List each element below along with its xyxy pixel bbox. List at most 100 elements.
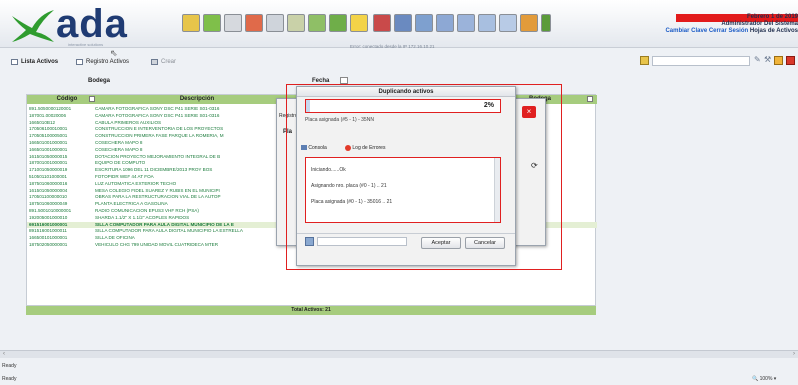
- dialog-close-button[interactable]: ×: [522, 106, 536, 118]
- cell-codigo: 187502050000001: [29, 242, 68, 247]
- status-text: Ready: [2, 363, 17, 369]
- zoom-value: 100%: [759, 376, 773, 382]
- toolbar-lock-icon[interactable]: [350, 14, 368, 32]
- cell-codigo: 166501001000001: [29, 146, 68, 152]
- assigned-plate-text: Placa asignada (#5 - 1) - 35NN: [305, 117, 374, 123]
- cancel-button[interactable]: Cancelar: [465, 237, 505, 249]
- toolbar-print-icon[interactable]: [266, 14, 284, 32]
- toolbar-window-icon[interactable]: [436, 14, 454, 32]
- cell-codigo: 166501001000001: [29, 140, 68, 145]
- cell-codigo: 161501050000015: [29, 153, 68, 159]
- calendar-icon[interactable]: [340, 77, 348, 84]
- accept-button[interactable]: Aceptar: [421, 237, 461, 249]
- toolbar-delete-icon[interactable]: [373, 14, 391, 32]
- column-filter-icon[interactable]: [587, 96, 593, 102]
- progress-percent: 2%: [483, 102, 494, 109]
- horizontal-scrollbar[interactable]: ‹ ›: [0, 350, 798, 358]
- cell-codigo: 187001.00020006: [29, 112, 67, 118]
- cell-codigo: 166500101000001: [29, 235, 68, 241]
- save-log-icon[interactable]: [305, 237, 314, 246]
- minimize-icon[interactable]: [774, 56, 783, 65]
- console-icon: [301, 145, 307, 151]
- bodega-label: Bodega: [88, 78, 111, 84]
- dialog-tabs: Consola Log de Errores: [301, 143, 401, 153]
- total-row: Total Activos: 21: [26, 306, 596, 315]
- toolbar-folder-icon[interactable]: [182, 14, 200, 32]
- toolbar-list-icon[interactable]: [224, 14, 242, 32]
- toolbar-new-icon[interactable]: [203, 14, 221, 32]
- tab-consola[interactable]: Consola: [301, 143, 341, 153]
- logo-mark-icon: [12, 10, 54, 42]
- divider: [297, 233, 515, 234]
- close-icon[interactable]: [786, 56, 795, 65]
- tab-label: Crear: [161, 59, 177, 65]
- zoom-level[interactable]: 🔍 100% ▾: [752, 376, 776, 382]
- error-icon: [345, 144, 351, 151]
- log-line: Iniciando......Ok: [311, 167, 346, 173]
- toolbar-settings-icon[interactable]: [415, 14, 433, 32]
- cell-codigo: 161501050000004: [29, 187, 68, 193]
- cell-codigo: 891.5050000120001: [29, 106, 72, 111]
- sheet-label: Hojas de Activos: [749, 28, 798, 34]
- account-links[interactable]: Cambiar Clave Cerrar Sesión Hojas de Act…: [568, 28, 798, 35]
- status-text: Ready: [2, 376, 17, 382]
- tab-icon: [11, 59, 18, 65]
- tab-crear[interactable]: Crear: [150, 56, 176, 68]
- tab-consola-label: Consola: [308, 145, 327, 151]
- cell-codigo: 187001001000001: [29, 160, 68, 166]
- cell-codigo: 187501060000049: [29, 201, 68, 207]
- cell-codigo: 187501060000016: [29, 180, 68, 186]
- cell-codigo: 1665010B12: [29, 119, 56, 125]
- column-header-codigo[interactable]: Código: [47, 96, 87, 102]
- tools-icon[interactable]: ⚒: [764, 55, 771, 64]
- toolbar-calculator-icon[interactable]: [287, 14, 305, 32]
- logo-tagline: interactive solutions: [68, 42, 104, 47]
- scroll-right-icon[interactable]: ›: [793, 351, 795, 357]
- header-banner: ada interactive solutions Febrero 1 de 2…: [0, 0, 798, 49]
- dialog-title: Duplicando activos: [297, 87, 515, 97]
- search-bar: ✎ ⚒: [640, 55, 798, 68]
- cell-codigo: 170505100005001: [29, 133, 68, 139]
- tab-log-errores[interactable]: Log de Errores: [345, 143, 405, 153]
- cell-codigo: 891.5001010000001: [29, 208, 72, 213]
- scroll-left-icon[interactable]: ‹: [3, 351, 5, 357]
- toolbar-chart-icon[interactable]: [308, 14, 326, 32]
- tab-lista-activos[interactable]: Lista Activos: [10, 56, 58, 68]
- progress-fill: [306, 100, 310, 112]
- toolbar-status-icon[interactable]: [541, 14, 551, 32]
- cell-codigo: 170506100010001: [29, 126, 68, 132]
- toolbar-help-icon[interactable]: [478, 14, 496, 32]
- log-line: Asignando nro. placa (#0 - 1) .. 21: [311, 183, 387, 189]
- search-input[interactable]: [652, 56, 750, 66]
- cell-codigo: 510501101000001: [29, 174, 67, 179]
- date-label: Febrero 1 de 2019: [746, 14, 798, 20]
- toolbar-report-icon[interactable]: [245, 14, 263, 32]
- tab-registro-activos[interactable]: Registro Activos: [75, 56, 129, 68]
- toolbar-warning-icon[interactable]: [520, 14, 538, 32]
- tab-label: Registro Activos: [86, 59, 130, 65]
- console-log[interactable]: Iniciando......Ok Asignando nro. placa (…: [305, 157, 501, 223]
- toolbar-grid-icon[interactable]: [457, 14, 475, 32]
- toolbar-info-icon[interactable]: [499, 14, 517, 32]
- cell-codigo: 170501100000010: [29, 194, 67, 200]
- filter-icon[interactable]: [640, 56, 649, 65]
- app-logo: ada interactive solutions: [8, 4, 178, 47]
- cell-codigo: 891516001000011: [29, 228, 67, 234]
- tab-icon: [76, 59, 83, 65]
- log-path-input[interactable]: [317, 237, 407, 246]
- column-filter-icon[interactable]: [89, 96, 95, 102]
- toolbar-users-icon[interactable]: [394, 14, 412, 32]
- cell-codigo: 171001050000019: [29, 167, 68, 173]
- toolbar-export-icon[interactable]: [329, 14, 347, 32]
- user-role-label: Administrador Del Sistema: [721, 21, 798, 27]
- log-line: Placa asignada (#0 - 1) - 35016 .. 21: [311, 199, 393, 205]
- column-header-descripcion[interactable]: Descripción: [137, 96, 257, 102]
- connection-status: Error: conectado desde la IP 172.16.10.2…: [350, 44, 435, 49]
- duplicate-dialog: Duplicando activos 2% Placa asignada (#5…: [296, 86, 516, 266]
- edit-icon[interactable]: ✎: [754, 55, 761, 64]
- progress-bar: 2%: [305, 99, 501, 113]
- account-links-text[interactable]: Cambiar Clave Cerrar Sesión: [665, 28, 748, 34]
- cell-codigo: 192005001000010: [29, 214, 68, 220]
- user-panel: Febrero 1 de 2019 Administrador Del Sist…: [568, 14, 798, 35]
- log-scrollbar[interactable]: [494, 158, 500, 222]
